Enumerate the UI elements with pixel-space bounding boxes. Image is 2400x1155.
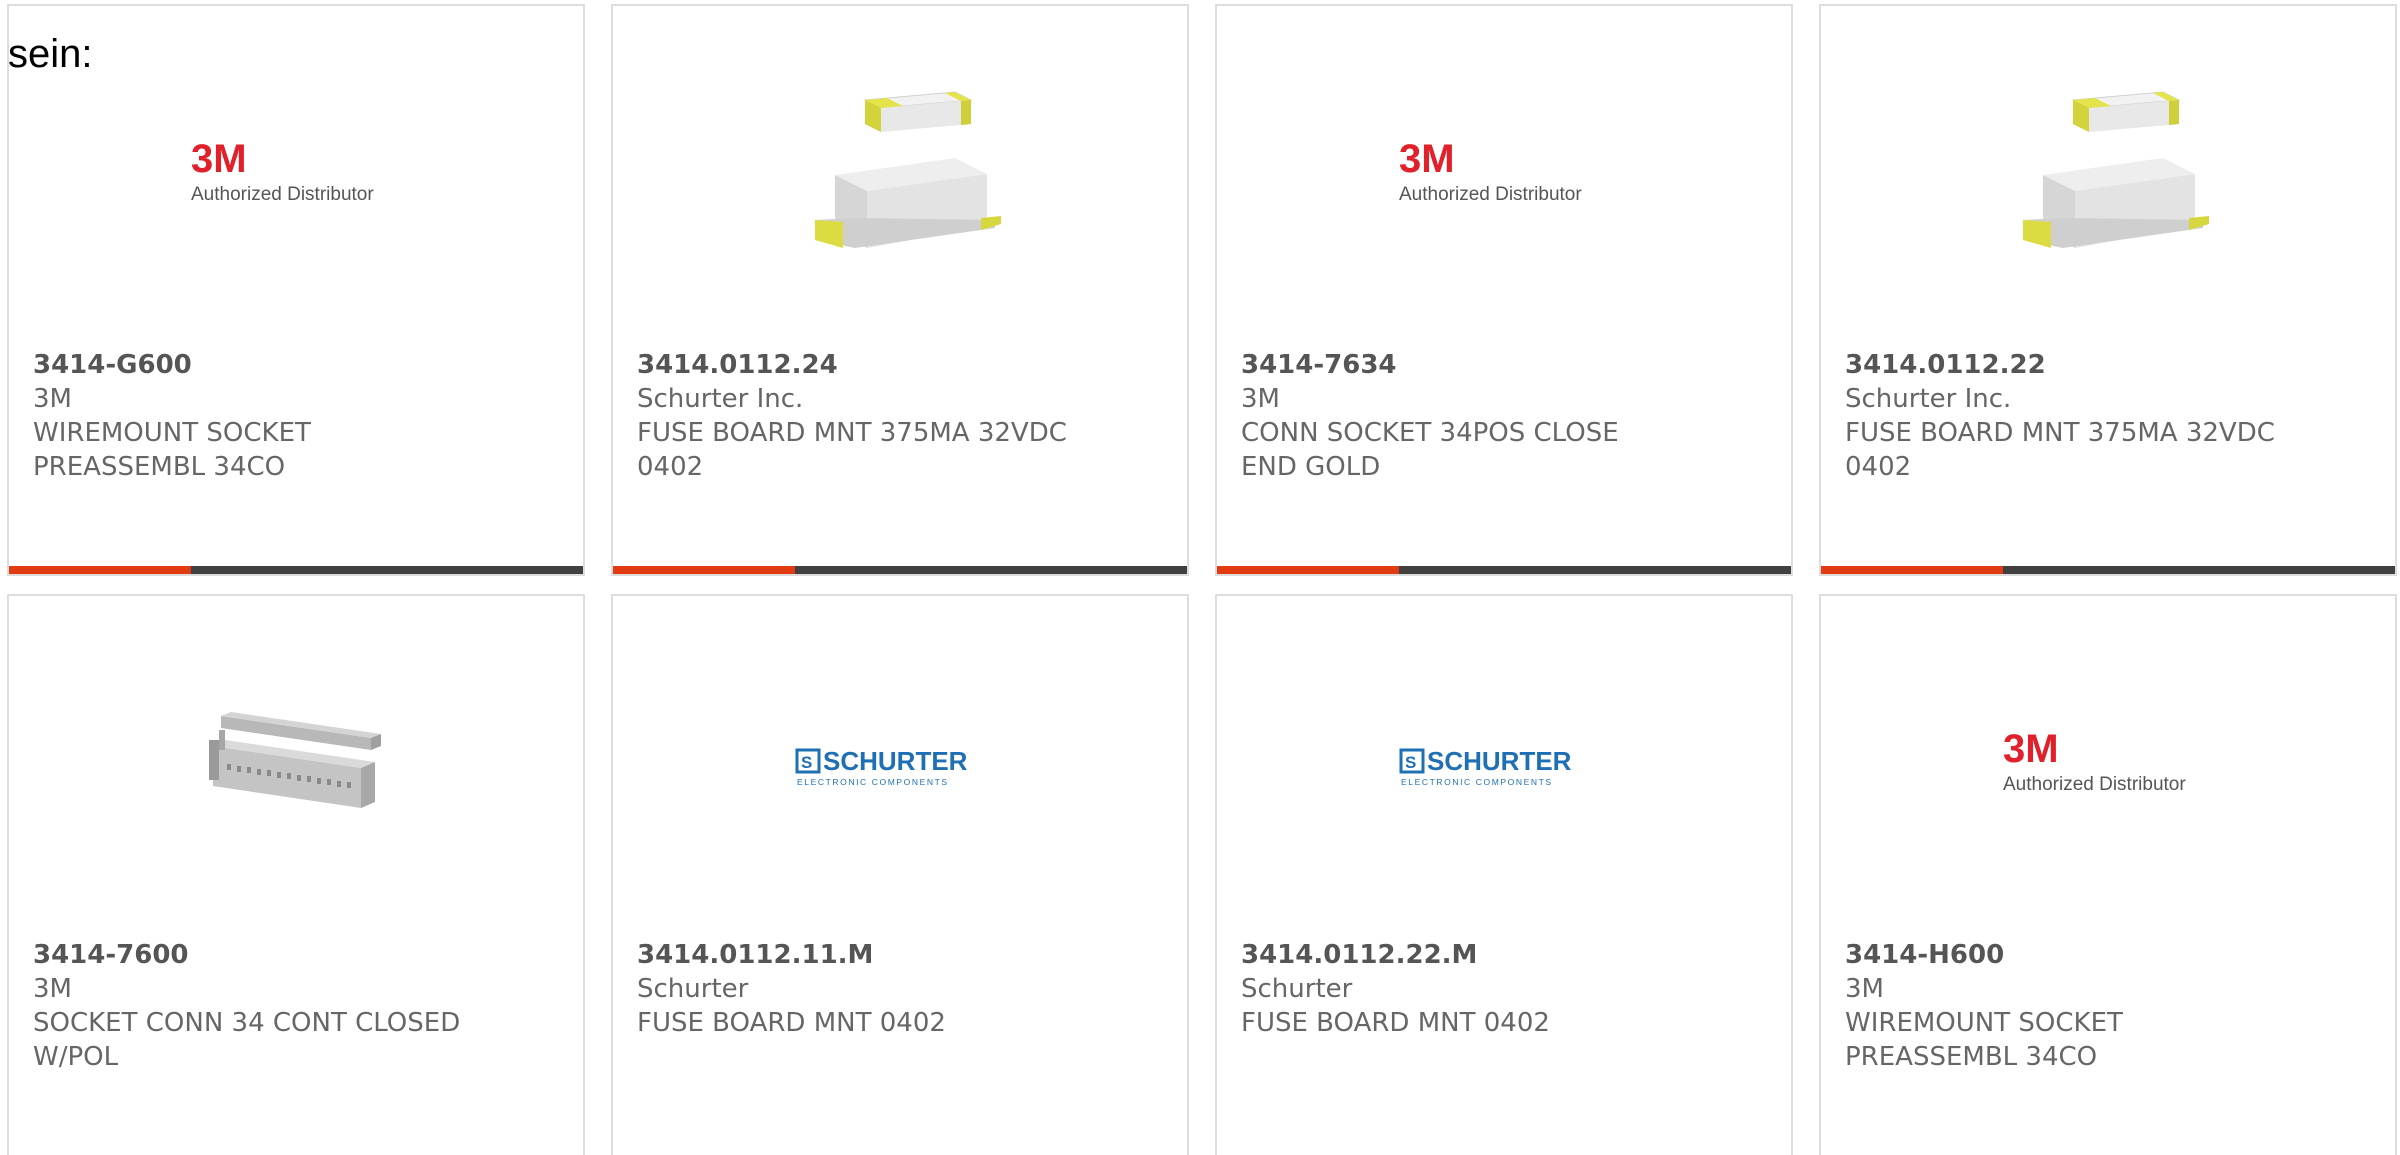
product-info: 3414-G600 3M WIREMOUNT SOCKET PREASSEMBL…	[33, 348, 559, 484]
card-footer-bar	[1821, 566, 2395, 574]
part-number-link[interactable]: 3414.0112.11.M	[637, 938, 1163, 972]
product-card[interactable]: 3414.0112.22 Schurter Inc. FUSE BOARD MN…	[1819, 4, 2397, 576]
manufacturer-name: Schurter Inc.	[637, 384, 804, 414]
3m-logo-mark: 3M	[1399, 140, 1455, 181]
part-number-link[interactable]: 3414.0112.22	[1845, 348, 2371, 382]
svg-text:S: S	[1405, 753, 1416, 772]
smd-fuse-image	[2003, 70, 2213, 280]
product-info: 3414-H600 3M WIREMOUNT SOCKET PREASSEMBL…	[1845, 938, 2371, 1074]
3m-logo-image: 3M Authorized Distributor	[191, 70, 401, 280]
product-info: 3414-7600 3M SOCKET CONN 34 CONT CLOSED …	[33, 938, 559, 1074]
product-description: SOCKET CONN 34 CONT CLOSED W/POL	[33, 1008, 461, 1072]
product-description: WIREMOUNT SOCKET PREASSEMBL 34CO	[1845, 1008, 2123, 1072]
product-card[interactable]: 3414-7600 3M SOCKET CONN 34 CONT CLOSED …	[7, 594, 585, 1155]
card-footer-accent	[9, 566, 191, 574]
manufacturer-name: 3M	[1241, 384, 1280, 414]
manufacturer-name: 3M	[1845, 974, 1884, 1004]
part-number-link[interactable]: 3414.0112.24	[637, 348, 1163, 382]
product-description: FUSE BOARD MNT 0402	[637, 1008, 946, 1038]
part-number-link[interactable]: 3414-G600	[33, 348, 559, 382]
product-info: 3414.0112.11.M Schurter FUSE BOARD MNT 0…	[637, 938, 1163, 1040]
part-number-link[interactable]: 3414-7600	[33, 938, 559, 972]
product-card[interactable]: 3M Authorized Distributor 3414-H600 3M W…	[1819, 594, 2397, 1155]
part-number-link[interactable]: 3414-H600	[1845, 938, 2371, 972]
schurter-logo-mark: SCHURTER	[823, 746, 968, 776]
card-footer-accent	[1217, 566, 1399, 574]
part-number-link[interactable]: 3414-7634	[1241, 348, 1767, 382]
part-number-link[interactable]: 3414.0112.22.M	[1241, 938, 1767, 972]
card-footer-accent	[613, 566, 795, 574]
schurter-logo-caption: ELECTRONIC COMPONENTS	[1401, 777, 1553, 787]
product-grid: sein: 3M Authorized Distributor 3414-G60…	[0, 0, 2400, 1155]
manufacturer-name: 3M	[33, 974, 72, 1004]
product-description: FUSE BOARD MNT 375MA 32VDC 0402	[1845, 418, 2275, 482]
manufacturer-name: Schurter	[1241, 974, 1353, 1004]
product-card[interactable]: S SCHURTER ELECTRONIC COMPONENTS 3414.01…	[1215, 594, 1793, 1155]
3m-logo-caption: Authorized Distributor	[1399, 184, 1582, 205]
product-description: FUSE BOARD MNT 0402	[1241, 1008, 1550, 1038]
product-card[interactable]: 3M Authorized Distributor 3414-G600 3M W…	[7, 4, 585, 576]
product-info: 3414.0112.22.M Schurter FUSE BOARD MNT 0…	[1241, 938, 1767, 1040]
ribbon-socket-image	[191, 660, 401, 870]
card-footer-bar	[1217, 566, 1791, 574]
3m-logo-caption: Authorized Distributor	[191, 184, 374, 205]
manufacturer-name: 3M	[33, 384, 72, 414]
3m-logo-image: 3M Authorized Distributor	[2003, 660, 2213, 870]
card-footer-bar	[613, 566, 1187, 574]
lead-text: sein:	[8, 32, 93, 76]
3m-logo-image: 3M Authorized Distributor	[1399, 70, 1609, 280]
3m-logo-mark: 3M	[191, 140, 247, 181]
card-footer-accent	[1821, 566, 2003, 574]
schurter-logo-caption: ELECTRONIC COMPONENTS	[797, 777, 949, 787]
product-info: 3414-7634 3M CONN SOCKET 34POS CLOSE END…	[1241, 348, 1767, 484]
product-description: CONN SOCKET 34POS CLOSE END GOLD	[1241, 418, 1619, 482]
product-info: 3414.0112.22 Schurter Inc. FUSE BOARD MN…	[1845, 348, 2371, 484]
product-card[interactable]: 3M Authorized Distributor 3414-7634 3M C…	[1215, 4, 1793, 576]
product-description: FUSE BOARD MNT 375MA 32VDC 0402	[637, 418, 1067, 482]
product-card[interactable]: 3414.0112.24 Schurter Inc. FUSE BOARD MN…	[611, 4, 1189, 576]
product-info: 3414.0112.24 Schurter Inc. FUSE BOARD MN…	[637, 348, 1163, 484]
product-card[interactable]: S SCHURTER ELECTRONIC COMPONENTS 3414.01…	[611, 594, 1189, 1155]
schurter-logo-image: S SCHURTER ELECTRONIC COMPONENTS	[795, 660, 1005, 870]
manufacturer-name: Schurter	[637, 974, 749, 1004]
manufacturer-name: Schurter Inc.	[1845, 384, 2012, 414]
product-description: WIREMOUNT SOCKET PREASSEMBL 34CO	[33, 418, 311, 482]
3m-logo-mark: 3M	[2003, 730, 2059, 771]
3m-logo-caption: Authorized Distributor	[2003, 774, 2186, 795]
card-footer-bar	[9, 566, 583, 574]
svg-text:S: S	[801, 753, 812, 772]
schurter-logo-image: S SCHURTER ELECTRONIC COMPONENTS	[1399, 660, 1609, 870]
schurter-logo-mark: SCHURTER	[1427, 746, 1572, 776]
smd-fuse-image	[795, 70, 1005, 280]
